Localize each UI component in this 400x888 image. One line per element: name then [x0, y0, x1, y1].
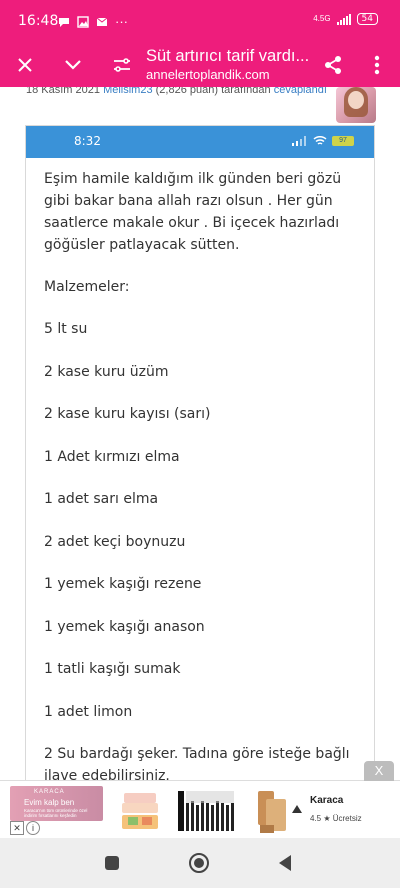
embedded-screenshot: 8:32 97 Eşim hamile kaldığım ilk günden …: [25, 125, 375, 780]
embedded-time: 8:32: [74, 134, 101, 148]
chevron-down-icon[interactable]: [58, 50, 88, 80]
status-time: 16:48: [18, 13, 59, 29]
ad-banner[interactable]: X KARACA Evim kalp ben Karaca'nın tüm ür…: [0, 761, 400, 838]
signal-icon: [336, 13, 351, 25]
recents-button[interactable]: [101, 852, 123, 874]
recipe-text: Eşim hamile kaldığım ilk günden beri göz…: [26, 158, 374, 780]
tune-icon[interactable]: [107, 50, 137, 80]
ad-choice-icons: ✕ i: [10, 821, 40, 835]
system-icons: 4.5G 54: [313, 13, 378, 25]
recipe-intro: Eşim hamile kaldığım ilk günden beri göz…: [44, 171, 342, 253]
ingredient-item: 5 lt su: [44, 321, 88, 337]
ingredient-item: 2 kase kuru kayısı (sarı): [44, 406, 211, 422]
app-bar: Süt artırıcı tarif vardı... annelertopla…: [0, 42, 400, 87]
network-type: 4.5G: [313, 14, 331, 23]
info-icon[interactable]: i: [26, 821, 40, 835]
answer-date: 18 Kasım 2021: [26, 87, 100, 96]
ingredient-item: 2 kase kuru üzüm: [44, 363, 169, 380]
ad-rating: 4.5 ★ Ücretsiz: [310, 814, 362, 823]
battery-icon: 54: [356, 13, 378, 25]
battery-icon: 97: [332, 136, 354, 146]
ad-image[interactable]: KARACA Evim kalp ben Karaca'nın tüm ürün…: [10, 786, 103, 821]
page-url: annelertoplandik.com: [146, 67, 270, 82]
answer-points: (2,826 puan): [155, 87, 219, 96]
ad-close-icon[interactable]: ✕: [10, 821, 24, 835]
close-icon[interactable]: [10, 50, 40, 80]
answer-by: tarafından: [221, 87, 271, 96]
share-icon[interactable]: [318, 50, 348, 80]
ingredient-item: 1 Adet kırmızı elma: [44, 448, 180, 465]
back-button[interactable]: [274, 852, 296, 874]
ingredient-item: 1 adet sarı elma: [44, 491, 159, 507]
embedded-system-icons: 97: [292, 136, 354, 146]
signal-icon: [292, 136, 306, 146]
ad-brand-small: KARACA: [34, 789, 65, 795]
chat-icon: [59, 17, 69, 27]
mail-icon: [96, 17, 108, 26]
ad-close-button[interactable]: X: [364, 761, 394, 781]
ingredient-item: 2 Su bardağı şeker. Tadına göre isteğe b…: [44, 746, 350, 780]
home-button[interactable]: [188, 852, 210, 874]
ad-brand-name: Karaca: [310, 795, 344, 806]
recipe-heading: Malzemeler:: [44, 279, 130, 295]
web-content[interactable]: 18 Kasım 2021 Melisim23 (2,826 puan) tar…: [0, 87, 400, 780]
page-title: Süt artırıcı tarif vardı...: [146, 47, 310, 65]
answer-meta: 18 Kasım 2021 Melisim23 (2,826 puan) tar…: [26, 87, 327, 96]
ingredient-item: 1 yemek kaşığı rezene: [44, 576, 202, 592]
wifi-icon: [313, 136, 327, 145]
cutting-board-image: [258, 791, 286, 833]
ad-slogan: Evim kalp ben: [24, 798, 75, 807]
answer-action-link[interactable]: cevaplandı: [274, 87, 327, 96]
embedded-status-bar: 8:32 97: [26, 126, 374, 158]
brand-logo-icon: [292, 805, 302, 813]
ingredient-item: 1 tatli kaşığı sumak: [44, 661, 181, 677]
ingredient-item: 1 adet limon: [44, 703, 133, 720]
answer-user-link[interactable]: Melisim23: [103, 87, 153, 96]
status-bar: 16:48 ··· 4.5G 54: [0, 0, 400, 42]
food-container-image: [122, 793, 158, 829]
more-notifications-icon: ···: [115, 14, 128, 29]
notification-icons: ···: [58, 14, 128, 29]
avatar[interactable]: [336, 87, 376, 123]
ad-small-text: Karaca'nın tüm ürünlerinde özel indirim …: [24, 808, 88, 818]
gallery-icon: [77, 15, 89, 28]
ingredient-item: 1 yemek kaşığı anason: [44, 618, 205, 635]
ingredient-item: 2 adet keçi boynuzu: [44, 533, 186, 550]
knife-set-image: [178, 791, 234, 831]
system-nav-bar: [0, 838, 400, 888]
more-vertical-icon[interactable]: [362, 50, 392, 80]
